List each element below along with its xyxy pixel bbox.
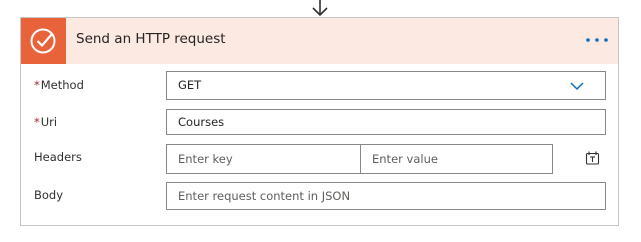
body-input[interactable] — [166, 182, 606, 210]
uri-label-text: Uri — [40, 115, 58, 129]
header-value-input[interactable] — [360, 144, 553, 174]
method-selected-value: GET — [178, 78, 202, 92]
method-dropdown[interactable]: GET — [166, 71, 606, 100]
header-key-input[interactable] — [166, 144, 361, 174]
uri-label: *Uri — [34, 115, 57, 129]
chevron-down-icon — [570, 82, 584, 91]
required-mark: * — [34, 115, 40, 129]
action-icon-tile — [21, 18, 66, 64]
method-label: *Method — [34, 78, 84, 92]
down-arrow-icon — [312, 0, 328, 17]
http-request-action-card: Send an HTTP request *Method GET *Uri Co… — [20, 17, 619, 226]
switch-to-text-mode-icon[interactable] — [585, 150, 601, 166]
http-request-icon — [30, 28, 56, 54]
required-mark: * — [34, 78, 40, 92]
action-header[interactable]: Send an HTTP request — [21, 18, 618, 64]
more-options-button[interactable] — [584, 32, 610, 48]
headers-label: Headers — [34, 150, 82, 164]
flow-editor-canvas: Send an HTTP request *Method GET *Uri Co… — [0, 0, 641, 242]
body-label: Body — [34, 188, 64, 202]
more-options-icon — [586, 38, 608, 42]
uri-input[interactable] — [166, 109, 606, 135]
action-title: Send an HTTP request — [76, 31, 226, 47]
method-label-text: Method — [40, 78, 84, 92]
